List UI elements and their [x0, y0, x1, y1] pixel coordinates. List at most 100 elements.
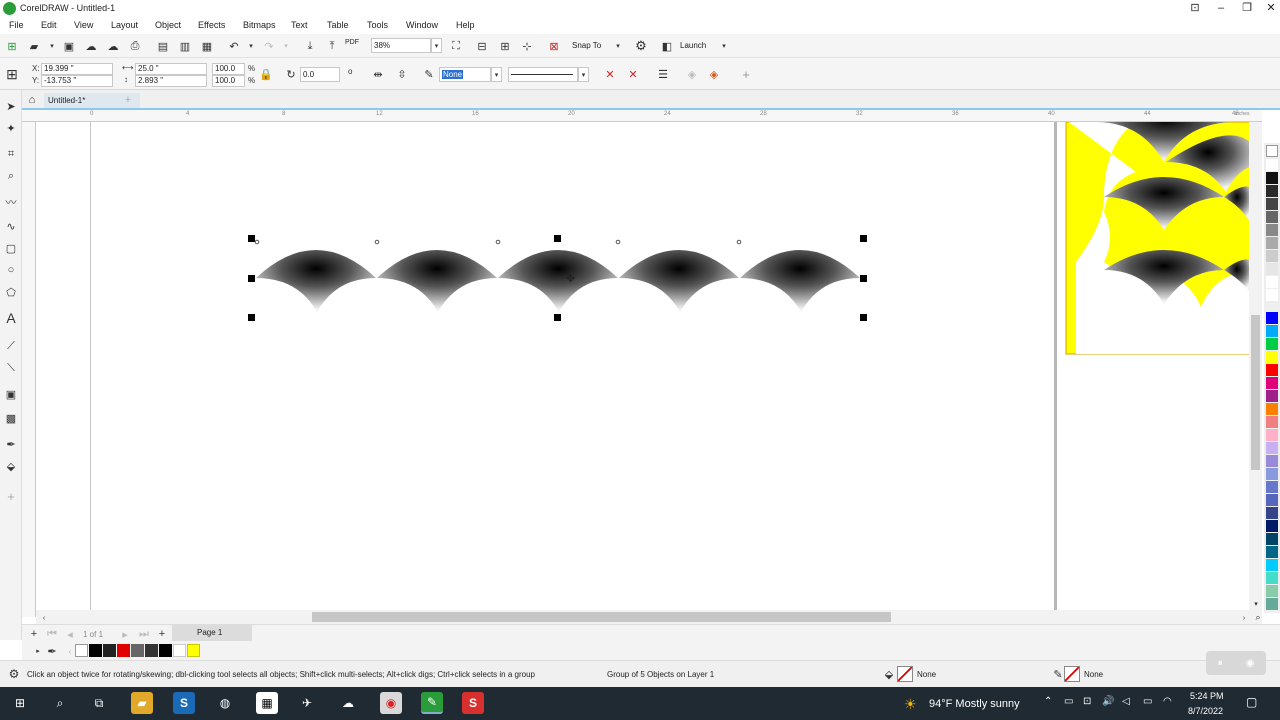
connector-tool-icon[interactable]: ⟍	[3, 360, 19, 376]
coreldraw-taskbar-icon[interactable]: ✎	[421, 692, 443, 714]
undo-icon[interactable]: ↶	[226, 38, 242, 54]
new-tab-icon[interactable]: +	[120, 92, 136, 108]
page-tab[interactable]: Page 1	[172, 625, 252, 641]
scale-height-field[interactable]: 100.0	[212, 75, 245, 87]
selection-handle[interactable]	[248, 235, 255, 242]
wrap-text-icon[interactable]: ✕	[602, 66, 618, 82]
drop-shadow-tool-icon[interactable]: ▣	[3, 386, 19, 402]
color-swatch[interactable]	[1266, 377, 1278, 389]
cloud-download-icon[interactable]: ☁	[105, 38, 121, 54]
lock-ratio-icon[interactable]: 🔒	[258, 66, 274, 82]
outline-width-dropdown-icon[interactable]: ▾	[491, 67, 502, 82]
mirror-horizontal-icon[interactable]: ⇹	[370, 66, 386, 82]
menu-view[interactable]: View	[74, 20, 93, 30]
text-tool-icon[interactable]: A	[3, 310, 19, 326]
line-style-select[interactable]	[508, 67, 578, 82]
palette-eyedropper-icon[interactable]: ✒	[44, 643, 60, 659]
save-icon[interactable]: ▣	[61, 38, 77, 54]
color-swatch[interactable]	[1266, 494, 1278, 506]
rectangle-tool-icon[interactable]: ▢	[3, 240, 19, 256]
scale-width-field[interactable]: 100.0	[212, 63, 245, 75]
first-page-icon[interactable]: ⏮	[44, 626, 60, 642]
weather-text[interactable]: 94°F Mostly sunny	[929, 698, 1020, 710]
color-swatch[interactable]	[1266, 338, 1278, 350]
line-style-dropdown-icon[interactable]: ▾	[578, 67, 589, 82]
color-swatch[interactable]	[1266, 364, 1278, 376]
polygon-tool-icon[interactable]: ⬠	[3, 284, 19, 300]
menu-text[interactable]: Text	[291, 20, 308, 30]
print-icon[interactable]: ⎙	[127, 38, 143, 54]
zoom-tool-icon[interactable]: ⌕	[3, 168, 19, 184]
fill-bucket-icon[interactable]: ⬙	[881, 666, 897, 682]
color-swatch[interactable]	[1266, 585, 1278, 597]
crop-tool-icon[interactable]: ⌗	[3, 146, 19, 162]
tray-device-icon[interactable]: ▭	[1064, 696, 1073, 707]
color-swatch[interactable]	[1266, 507, 1278, 519]
launch-button[interactable]: Launch	[680, 41, 706, 50]
color-swatch[interactable]	[1266, 533, 1278, 545]
color-swatch[interactable]	[1266, 250, 1278, 262]
export-icon[interactable]: ⤒	[324, 38, 340, 54]
show-grid-icon[interactable]: ⊞	[497, 38, 513, 54]
battery-icon[interactable]: ▭	[1143, 696, 1152, 707]
menu-layout[interactable]: Layout	[111, 20, 138, 30]
app-s-red-icon[interactable]: S	[462, 692, 484, 714]
horizontal-ruler[interactable]: 0 4 8 12 16 20 24 28 32 36 40 44 48 inch…	[22, 110, 1262, 122]
profile-icon[interactable]: ⊡	[1182, 0, 1208, 17]
artistic-media-tool-icon[interactable]: ∿	[3, 218, 19, 234]
doc-color-swatch[interactable]	[89, 644, 102, 657]
import-icon[interactable]: ⤓	[302, 38, 318, 54]
doc-color-swatch[interactable]	[145, 644, 158, 657]
menu-bitmaps[interactable]: Bitmaps	[243, 20, 276, 30]
menu-tools[interactable]: Tools	[367, 20, 388, 30]
open-folder-icon[interactable]: ▰	[26, 38, 42, 54]
launch-app-icon[interactable]: ◧	[659, 38, 675, 54]
full-screen-icon[interactable]: ⛶	[448, 38, 464, 54]
transparency-tool-icon[interactable]: ▩	[3, 410, 19, 426]
selection-handle[interactable]	[248, 314, 255, 321]
yellow-pattern-page[interactable]	[1065, 122, 1251, 355]
outline-none-swatch[interactable]	[1064, 666, 1080, 682]
color-swatch[interactable]	[1266, 520, 1278, 532]
fill-none-swatch[interactable]	[897, 666, 913, 682]
color-swatch[interactable]	[1266, 468, 1278, 480]
snap-off-icon[interactable]: ⊠	[546, 38, 562, 54]
publish-pdf-icon[interactable]: PDF	[345, 39, 359, 46]
selection-handle[interactable]	[860, 275, 867, 282]
volume-icon[interactable]: 🔊	[1102, 696, 1114, 707]
pick-tool-icon[interactable]: ➤	[3, 98, 19, 114]
copy-icon[interactable]: ▥	[177, 38, 193, 54]
close-button[interactable]: ✕	[1258, 0, 1280, 17]
doc-color-swatch[interactable]	[187, 644, 200, 657]
scale-shape[interactable]	[377, 250, 497, 312]
color-swatch[interactable]	[1266, 263, 1278, 275]
no-color-swatch[interactable]	[75, 644, 88, 657]
clock-date[interactable]: 8/7/2022	[1188, 706, 1223, 716]
menu-effects[interactable]: Effects	[198, 20, 225, 30]
next-page-icon[interactable]: ▸	[117, 626, 133, 642]
options-gear-icon[interactable]: ⚙	[633, 38, 649, 54]
menu-object[interactable]: Object	[155, 20, 181, 30]
zoom-level-field[interactable]: 38%	[371, 38, 431, 53]
home-tab-icon[interactable]: ⌂	[24, 92, 40, 108]
color-swatch[interactable]	[1266, 416, 1278, 428]
windows-start-icon[interactable]: ⊞	[9, 692, 31, 714]
add-page-before-icon[interactable]: +	[26, 626, 42, 642]
color-swatch[interactable]	[1266, 198, 1278, 210]
color-swatch[interactable]	[1266, 237, 1278, 249]
camera-icon[interactable]: ◉	[1246, 658, 1255, 669]
doc-color-swatch[interactable]	[173, 644, 186, 657]
selection-handle[interactable]	[554, 235, 561, 242]
add-page-after-icon[interactable]: +	[154, 626, 170, 642]
doc-color-swatch[interactable]	[159, 644, 172, 657]
undo-dropdown-icon[interactable]: ▾	[243, 38, 259, 54]
status-settings-gear-icon[interactable]: ⚙	[6, 666, 22, 682]
color-swatch[interactable]	[1266, 289, 1278, 301]
selection-handle[interactable]	[554, 314, 561, 321]
node-marker[interactable]	[736, 239, 742, 245]
selection-handle[interactable]	[248, 275, 255, 282]
ellipse-tool-icon[interactable]: ○	[3, 262, 19, 278]
open-dropdown-icon[interactable]: ▾	[44, 38, 60, 54]
object-width-field[interactable]: 25.0 "	[135, 63, 207, 75]
redo-icon[interactable]: ↷	[261, 38, 277, 54]
